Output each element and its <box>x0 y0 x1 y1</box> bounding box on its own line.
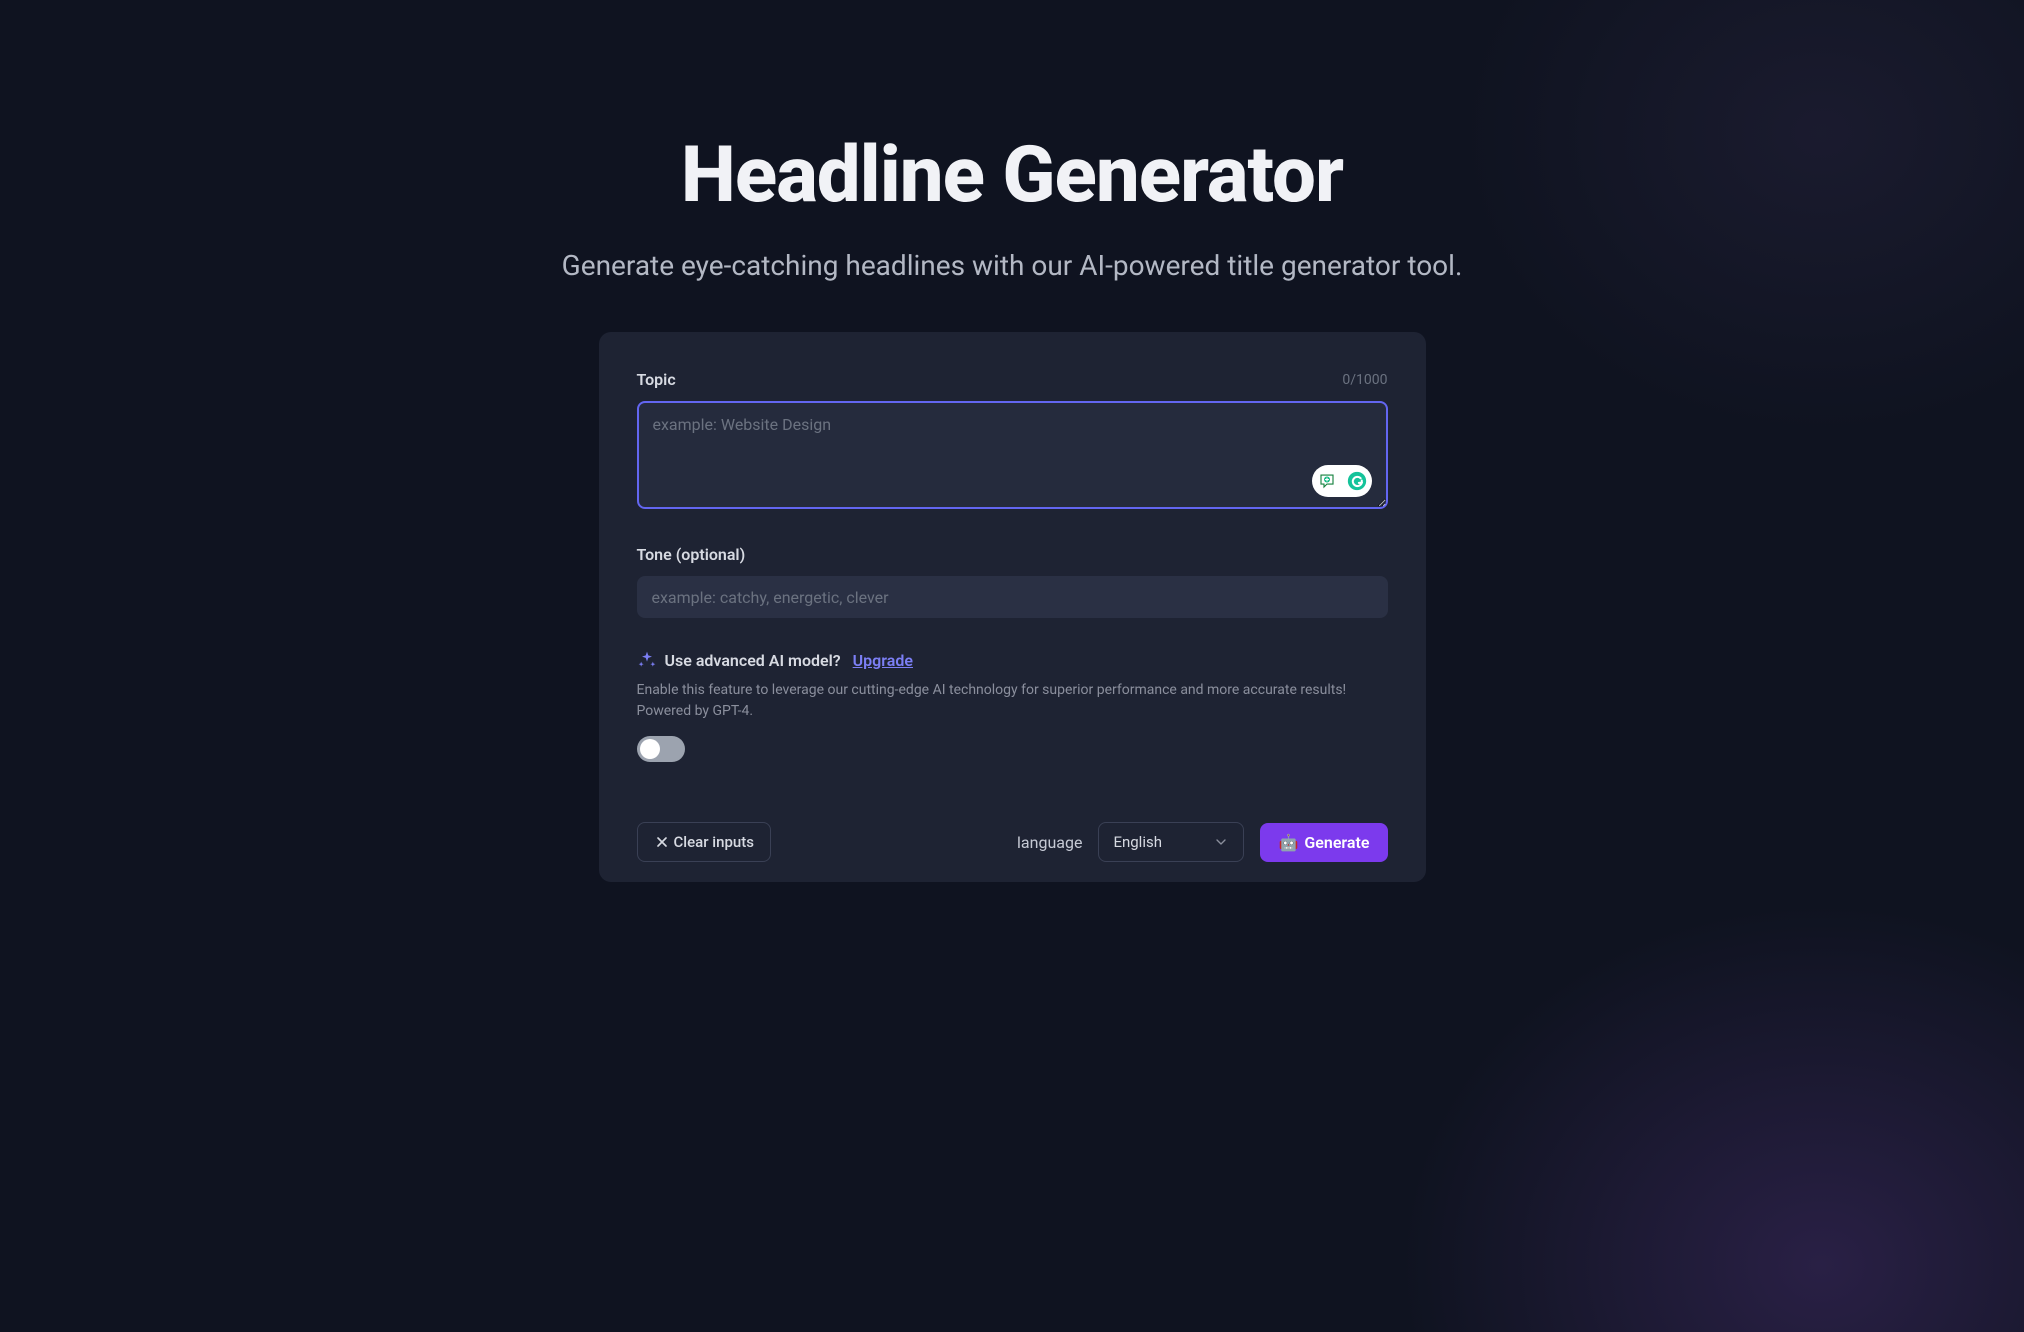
grammarly-badge-icon[interactable] <box>1342 465 1372 497</box>
topic-label: Topic <box>637 370 676 389</box>
close-icon <box>654 834 670 850</box>
page-subtitle: Generate eye-catching headlines with our… <box>562 249 1463 282</box>
assistant-badge-icon[interactable] <box>1312 465 1342 497</box>
language-label: language <box>1017 833 1082 852</box>
advanced-model-label: Use advanced AI model? <box>665 651 841 670</box>
tone-label: Tone (optional) <box>637 545 1388 564</box>
page-title: Headline Generator <box>681 130 1343 221</box>
advanced-model-description: Enable this feature to leverage our cutt… <box>637 680 1388 722</box>
advanced-model-toggle[interactable] <box>637 736 685 762</box>
language-selected-value: English <box>1113 833 1162 851</box>
topic-input[interactable] <box>637 401 1388 509</box>
clear-inputs-label: Clear inputs <box>674 833 754 851</box>
generate-button[interactable]: 🤖 Generate <box>1260 823 1387 862</box>
upgrade-link[interactable]: Upgrade <box>853 651 913 670</box>
tone-input[interactable] <box>637 576 1388 618</box>
topic-char-count: 0/1000 <box>1342 372 1387 388</box>
generate-label: Generate <box>1304 833 1369 852</box>
extension-badges <box>1312 465 1372 497</box>
generator-card: Topic 0/1000 Tone (optional) <box>599 332 1426 882</box>
chevron-down-icon <box>1213 834 1229 850</box>
robot-icon: 🤖 <box>1278 833 1298 852</box>
clear-inputs-button[interactable]: Clear inputs <box>637 822 771 862</box>
sparkles-icon <box>637 650 657 670</box>
toggle-knob <box>640 739 660 759</box>
language-select[interactable]: English <box>1098 822 1244 862</box>
